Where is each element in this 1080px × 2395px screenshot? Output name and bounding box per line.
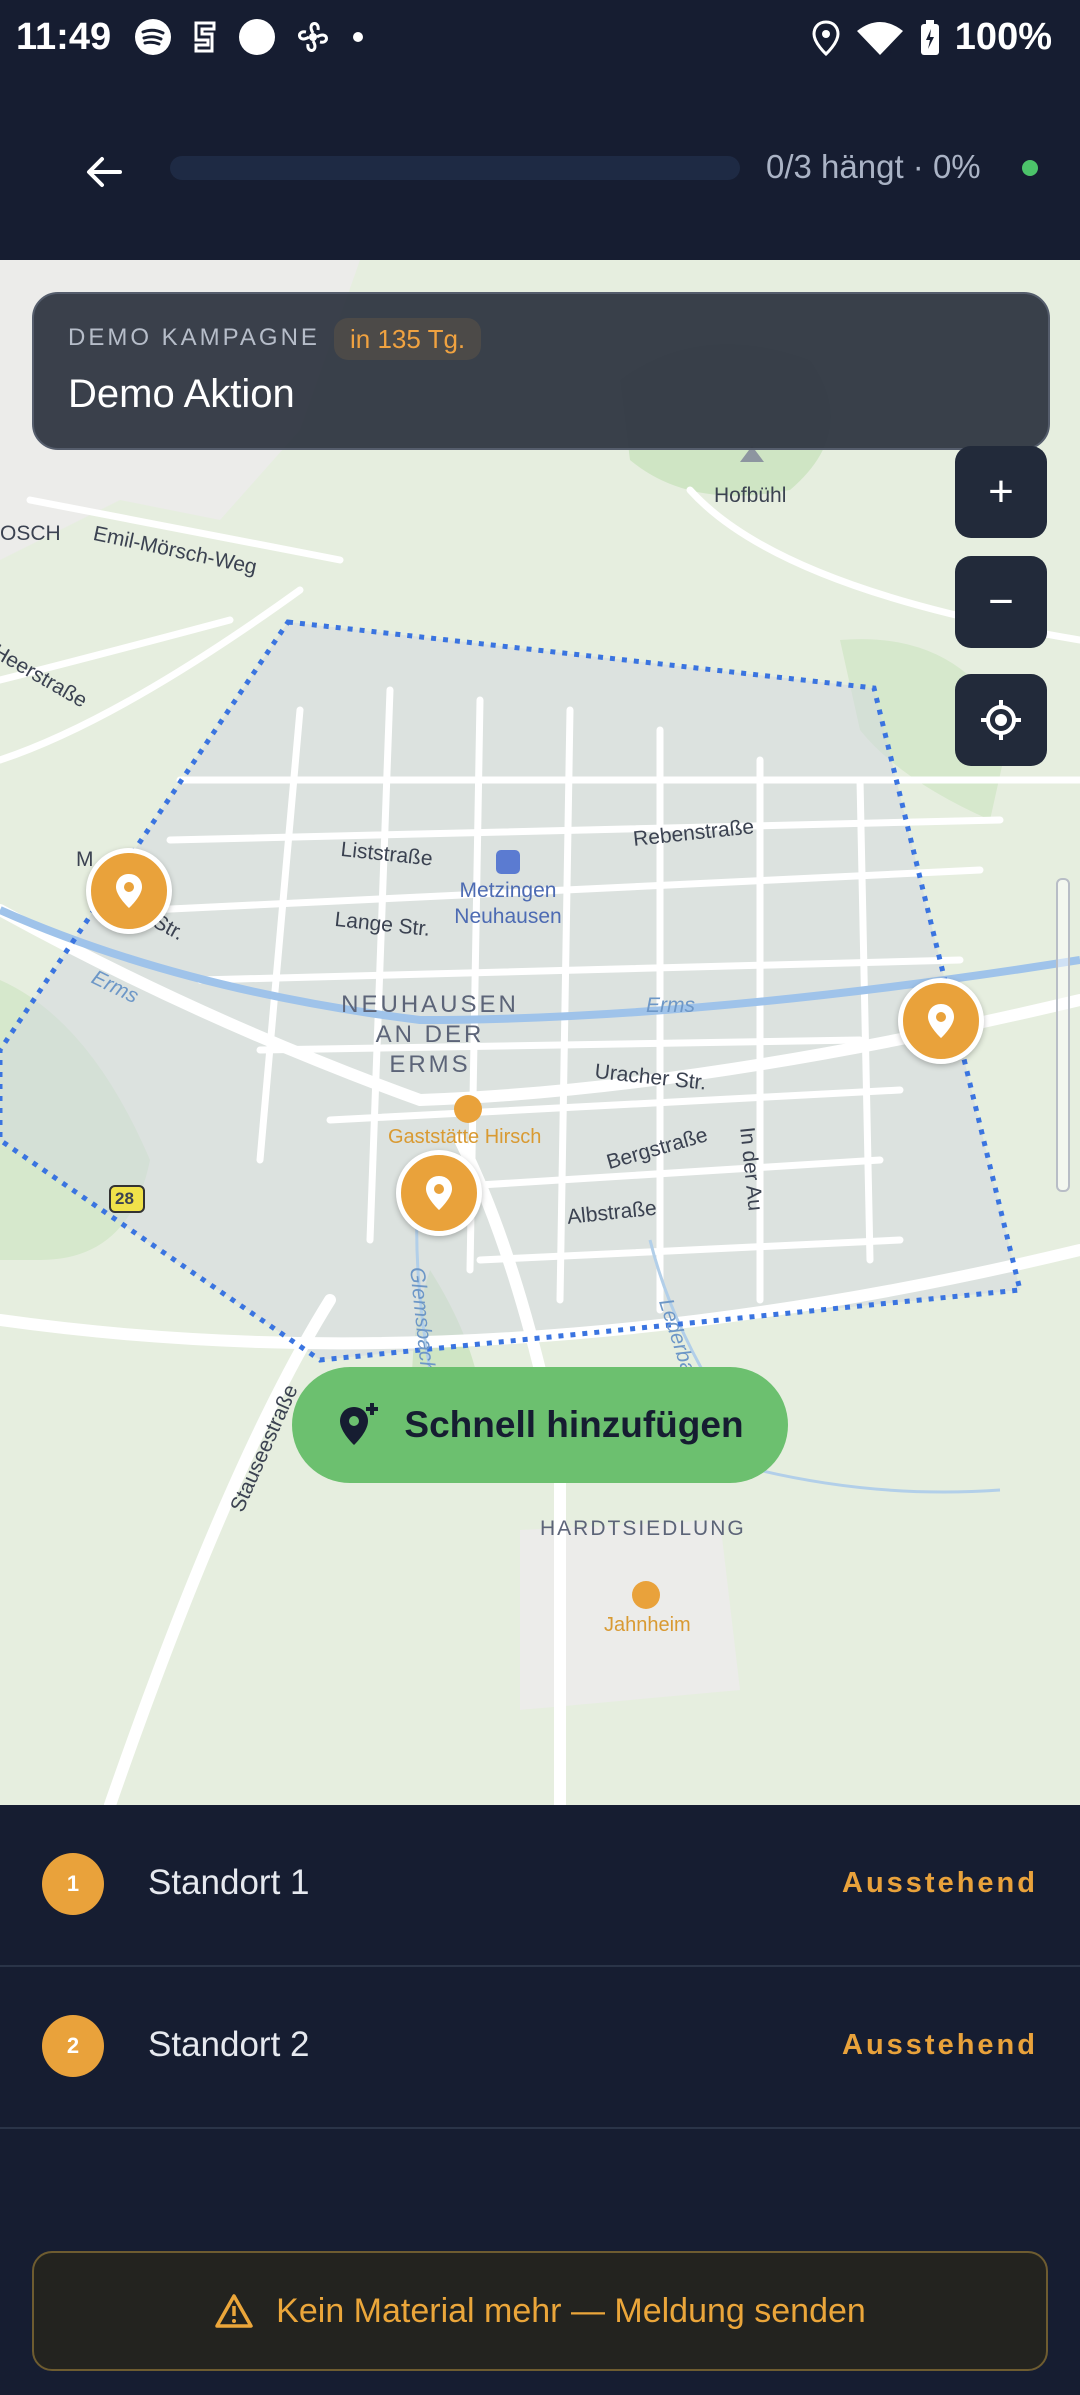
location-number-badge: 2 bbox=[42, 2015, 104, 2077]
campaign-tag: DEMO KAMPAGNE bbox=[68, 324, 320, 351]
status-system-icons: 4 100% bbox=[811, 16, 1052, 59]
location-icon bbox=[812, 19, 840, 56]
back-button[interactable] bbox=[72, 140, 136, 204]
circle-icon bbox=[239, 19, 275, 55]
location-marker-2[interactable] bbox=[396, 1150, 482, 1236]
warning-icon bbox=[215, 2294, 253, 2328]
svg-text:4: 4 bbox=[885, 44, 892, 57]
status-notification-icons bbox=[134, 18, 366, 56]
crosshair-icon bbox=[981, 700, 1021, 740]
top-app-bar: 0/3 hängt · 0% bbox=[0, 78, 1080, 262]
map-pin-icon bbox=[116, 874, 142, 908]
campaign-title: Demo Aktion bbox=[68, 372, 295, 416]
spotify-icon bbox=[135, 19, 171, 55]
map-view[interactable]: OSCH Emil-Mörsch-Weg Heerstraße Hofbühl … bbox=[0, 260, 1080, 1805]
minus-icon: − bbox=[988, 577, 1014, 626]
battery-percentage: 100% bbox=[954, 16, 1052, 58]
town-label: NEUHAUSEN AN DER ERMS bbox=[341, 991, 519, 1078]
district-label-hardtsiedlung: HARDTSIEDLUNG bbox=[540, 1517, 746, 1540]
my-location-button[interactable] bbox=[955, 674, 1047, 766]
location-status: Ausstehend bbox=[842, 1867, 1038, 1899]
street-label-osch: OSCH bbox=[0, 522, 61, 545]
location-marker-3[interactable] bbox=[898, 978, 984, 1064]
status-time: 11:49 bbox=[16, 16, 112, 58]
bottom-bar: Kein Material mehr — Meldung senden bbox=[0, 2225, 1080, 2395]
quick-add-label: Schnell hinzufügen bbox=[404, 1404, 744, 1445]
road-number-label: 28 bbox=[115, 1189, 134, 1208]
location-number-badge: 1 bbox=[42, 1853, 104, 1915]
location-row-2[interactable]: 2 Standort 2 Ausstehend bbox=[0, 1967, 1080, 2129]
poi-label-gaststatte-hirsch: Gaststätte Hirsch bbox=[388, 1126, 542, 1148]
app-icon bbox=[194, 21, 216, 53]
location-status: Ausstehend bbox=[842, 2029, 1038, 2061]
due-badge: in 135 Tg. bbox=[334, 318, 482, 360]
campaign-card[interactable]: DEMO KAMPAGNE in 135 Tg. Demo Aktion bbox=[32, 292, 1050, 450]
battery-icon bbox=[920, 19, 939, 55]
zoom-out-button[interactable]: − bbox=[955, 556, 1047, 648]
fan-icon bbox=[298, 22, 328, 52]
arrow-left-icon bbox=[87, 157, 122, 187]
no-material-report-button[interactable]: Kein Material mehr — Meldung senden bbox=[32, 2251, 1048, 2371]
no-material-report-label: Kein Material mehr — Meldung senden bbox=[276, 2291, 866, 2330]
progress-bar bbox=[170, 156, 740, 180]
status-bar: 11:49 4 100% bbox=[0, 0, 1080, 78]
wifi-icon: 4 bbox=[856, 21, 903, 57]
zoom-in-button[interactable]: + bbox=[955, 446, 1047, 538]
place-label-hofbuhl: Hofbühl bbox=[714, 484, 787, 507]
location-name: Standort 1 bbox=[148, 1863, 310, 1902]
poi-label-jahnheim: Jahnheim bbox=[604, 1614, 691, 1636]
quick-add-button[interactable]: Schnell hinzufügen bbox=[292, 1367, 788, 1483]
map-pin-icon bbox=[426, 1176, 452, 1210]
station-label: Metzingen Neuhausen bbox=[454, 879, 562, 928]
map-pin-icon bbox=[928, 1004, 954, 1038]
dot-icon bbox=[353, 32, 363, 42]
plus-icon: + bbox=[988, 467, 1014, 516]
status-indicator-dot bbox=[1022, 160, 1038, 176]
location-row-1[interactable]: 1 Standort 1 Ausstehend bbox=[0, 1805, 1080, 1967]
location-marker-1[interactable] bbox=[86, 848, 172, 934]
location-list: 1 Standort 1 Ausstehend 2 Standort 2 Aus… bbox=[0, 1805, 1080, 2225]
add-location-icon bbox=[340, 1403, 379, 1445]
river-label-erms-center: Erms bbox=[646, 994, 695, 1017]
progress-text: 0/3 hängt · 0% bbox=[766, 148, 981, 185]
map-scroll-handle[interactable] bbox=[1056, 878, 1070, 1192]
location-name: Standort 2 bbox=[148, 2025, 310, 2064]
